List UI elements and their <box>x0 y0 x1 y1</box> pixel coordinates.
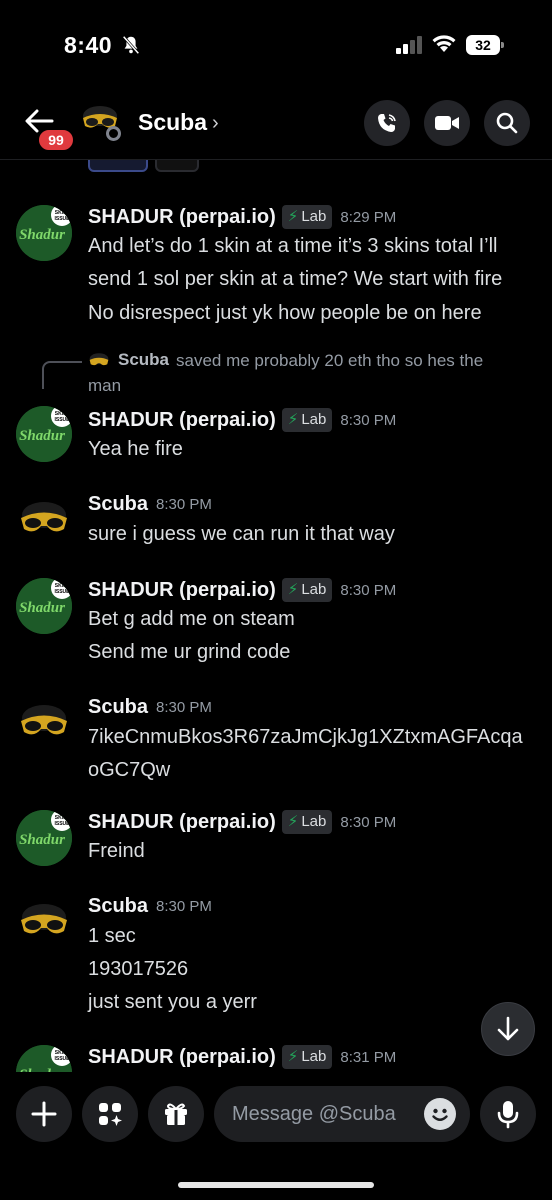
bolt-icon: ⚡ <box>287 208 299 225</box>
message-author[interactable]: SHADUR (perpai.io) ⚡ Lab 8:31 PM <box>88 1045 396 1069</box>
message-text: Send me ur grind code <box>88 641 291 663</box>
message-text: sure i guess we can run it that way <box>88 523 395 545</box>
apps-icon <box>99 1103 122 1126</box>
timestamp: 8:30 PM <box>156 496 212 513</box>
attach-button[interactable] <box>16 1086 72 1142</box>
offline-status-icon <box>106 126 121 141</box>
search-icon <box>496 112 518 134</box>
apps-button[interactable] <box>82 1086 138 1142</box>
status-bar: 8:40 32 <box>0 0 552 90</box>
avatar-script: Shadur <box>19 227 65 243</box>
svg-text:ISSUE: ISSUE <box>54 821 70 827</box>
message-author[interactable]: SHADUR (perpai.io) ⚡ Lab 8:30 PM <box>88 408 396 432</box>
battery-level: 32 <box>466 35 500 55</box>
battery-icon: 32 <box>466 35 504 55</box>
embed-fragment[interactable] <box>88 160 148 172</box>
timestamp: 8:31 PM <box>340 1049 397 1066</box>
gift-icon <box>165 1103 187 1125</box>
message-author[interactable]: SHADUR (perpai.io) ⚡ Lab 8:30 PM <box>88 578 396 602</box>
server-tag[interactable]: ⚡ Lab <box>281 205 333 229</box>
message-text: And let’s do 1 skin at a time it’s 3 ski… <box>88 235 498 257</box>
bell-muted-icon <box>122 35 140 55</box>
message-text: 193017526 <box>88 958 189 980</box>
server-tag[interactable]: ⚡ Lab <box>281 1045 333 1069</box>
arrow-down-icon <box>497 1016 519 1041</box>
svg-text:ISSUE: ISSUE <box>54 417 70 423</box>
svg-text:ISSUE: ISSUE <box>54 589 70 595</box>
message-author[interactable]: Scuba 8:30 PM <box>88 493 212 516</box>
message-text: Freind <box>88 840 145 862</box>
reply-connector <box>42 361 82 389</box>
unread-badge: 99 <box>37 128 75 152</box>
emoji-button[interactable] <box>424 1098 456 1130</box>
message-text: Yea he fire <box>88 438 183 460</box>
message-text: send 1 sol per skin at a time? We start … <box>88 268 503 290</box>
scuba-avatar[interactable] <box>16 493 72 549</box>
page-title[interactable]: Scuba <box>138 109 207 136</box>
home-indicator[interactable] <box>178 1182 374 1188</box>
shadur-avatar[interactable]: Shadur SKILL ISSUE <box>16 1045 72 1072</box>
jump-to-latest-button[interactable] <box>481 1002 535 1056</box>
message-text: 1 sec <box>88 925 136 947</box>
phone-icon <box>378 114 396 132</box>
timestamp: 8:30 PM <box>340 412 397 429</box>
reply-preview[interactable]: man <box>88 376 121 396</box>
message-composer <box>0 1072 552 1200</box>
voice-message-button[interactable] <box>480 1086 536 1142</box>
microphone-icon <box>497 1101 519 1129</box>
gift-button[interactable] <box>148 1086 204 1142</box>
reply-preview[interactable]: saved me probably 20 eth tho so hes the <box>176 351 483 371</box>
scuba-reply-avatar <box>89 353 109 366</box>
message-list[interactable]: Shadur SKILL ISSUE SHADUR (perpai.io) ⚡ La… <box>0 160 552 1072</box>
embed-fragment[interactable] <box>155 160 199 172</box>
message-author[interactable]: Scuba 8:30 PM <box>88 895 212 918</box>
server-tag[interactable]: ⚡ Lab <box>281 408 333 432</box>
video-call-button[interactable] <box>424 100 470 146</box>
bolt-icon: ⚡ <box>287 813 299 830</box>
shadur-avatar[interactable]: Shadur SKILL ISSUE <box>16 578 72 634</box>
bolt-icon: ⚡ <box>287 1048 299 1065</box>
bolt-icon: ⚡ <box>287 581 299 598</box>
status-time: 8:40 <box>64 32 113 58</box>
smiley-icon <box>432 1108 448 1121</box>
timestamp: 8:30 PM <box>340 582 397 599</box>
server-tag[interactable]: ⚡ Lab <box>281 578 333 602</box>
cellular-signal-icon <box>396 36 422 54</box>
message-text: No disrespect just yk how people be on h… <box>88 302 482 324</box>
shadur-avatar[interactable]: Shadur SKILL ISSUE <box>16 205 72 261</box>
message-author[interactable]: Scuba 8:30 PM <box>88 696 212 719</box>
reply-author[interactable]: Scuba <box>118 350 169 370</box>
svg-text:ISSUE: ISSUE <box>54 1056 70 1062</box>
scuba-avatar[interactable] <box>16 895 72 951</box>
message-author[interactable]: SHADUR (perpai.io) ⚡ Lab 8:29 PM <box>88 205 396 229</box>
message-author[interactable]: SHADUR (perpai.io) ⚡ Lab 8:30 PM <box>88 810 396 834</box>
message-text: Bet g add me on steam <box>88 608 295 630</box>
voice-call-button[interactable] <box>364 100 410 146</box>
timestamp: 8:30 PM <box>156 898 212 915</box>
timestamp: 8:29 PM <box>340 209 397 226</box>
timestamp: 8:30 PM <box>156 699 212 716</box>
plus-icon <box>31 1101 57 1127</box>
svg-text:ISSUE: ISSUE <box>54 216 70 222</box>
bolt-icon: ⚡ <box>287 411 299 428</box>
message-text: 7ikeCnmuBkos3R67zaJmCjkJg1XZtxmAGFAcqa <box>88 726 523 748</box>
message-text: just sent you a yerr <box>88 991 257 1013</box>
svg-text:Shadur: Shadur <box>19 832 65 848</box>
search-button[interactable] <box>484 100 530 146</box>
shadur-avatar[interactable]: Shadur SKILL ISSUE <box>16 810 72 866</box>
server-tag[interactable]: ⚡ Lab <box>281 810 333 834</box>
shadur-avatar[interactable]: Shadur SKILL ISSUE <box>16 406 72 462</box>
message-text: oGC7Qw <box>88 759 171 781</box>
svg-text:Shadur: Shadur <box>19 428 65 444</box>
wifi-icon <box>432 35 456 52</box>
video-camera-icon <box>435 116 459 130</box>
dm-header: 99 Scuba › <box>0 90 552 160</box>
scuba-avatar[interactable] <box>16 696 72 752</box>
svg-text:Shadur: Shadur <box>19 600 65 616</box>
message-input-container[interactable] <box>214 1086 470 1142</box>
timestamp: 8:30 PM <box>340 814 397 831</box>
chevron-right-icon[interactable]: › <box>212 112 219 135</box>
message-input[interactable] <box>232 1100 412 1128</box>
